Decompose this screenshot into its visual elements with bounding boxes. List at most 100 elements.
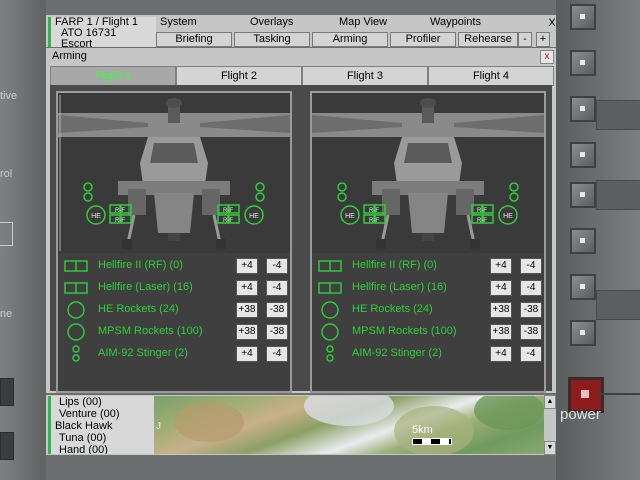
flight-tabs: Flight 1 Flight 2 Flight 3 Flight 4 xyxy=(50,66,554,86)
mpsm-rockets-icon xyxy=(321,323,339,341)
hellfire-laser-icon xyxy=(318,282,342,294)
menu-system[interactable]: System xyxy=(160,16,197,28)
tab-flight-1[interactable]: Flight 1 xyxy=(50,66,176,86)
menu-overlays[interactable]: Overlays xyxy=(250,16,293,28)
bezel-button[interactable] xyxy=(570,320,596,346)
mpsm-rockets-icon xyxy=(67,323,85,341)
stinger-icon xyxy=(326,345,334,362)
panel-close-icon[interactable]: x xyxy=(540,50,554,64)
pylon-label: HE xyxy=(345,213,355,220)
terrain-map[interactable]: J 5km xyxy=(154,396,544,454)
pylon-label: R-F xyxy=(477,208,487,214)
weapon-row: Hellfire II (RF) (0) +4 -4 xyxy=(318,257,542,275)
bottom-bar: Lips (00) Venture (00) Black Hawk Tuna (… xyxy=(46,395,556,455)
bezel-tab xyxy=(596,290,640,320)
arming-area: HE HE R-F R-F R-F R-F Hellfire II (RF) (… xyxy=(50,85,552,393)
list-item[interactable]: Venture (00) xyxy=(51,408,155,420)
pylon-label: R-F xyxy=(477,218,487,224)
pylon-label: R-F xyxy=(115,218,125,224)
bezel-bracket xyxy=(0,222,13,246)
terrain-patch xyxy=(174,402,244,442)
arming-button[interactable]: Arming xyxy=(312,32,388,47)
menu-map-view[interactable]: Map View xyxy=(339,16,387,28)
pylon-label: R-F xyxy=(223,208,233,214)
terrain-patch xyxy=(394,406,474,454)
weapon-row: Hellfire (Laser) (16) +4 -4 xyxy=(318,279,542,297)
weapon-name: MPSM Rockets (100) xyxy=(352,325,457,337)
bezel-button[interactable] xyxy=(570,228,596,254)
apache-helicopter-icon: HE HE R-F R-F R-F R-F xyxy=(58,93,290,253)
add-weapon-button[interactable]: +4 xyxy=(236,280,258,296)
remove-weapon-button[interactable]: -4 xyxy=(266,258,288,274)
add-weapon-button[interactable]: +4 xyxy=(236,346,258,362)
bezel-button[interactable] xyxy=(570,4,596,30)
button-dot-icon xyxy=(580,330,585,335)
map-scrollbar[interactable]: ▲ ▼ xyxy=(544,395,556,455)
add-weapon-button[interactable]: +38 xyxy=(490,324,512,340)
list-item[interactable]: Lips (00) xyxy=(51,396,155,408)
bezel-button[interactable] xyxy=(570,182,596,208)
scroll-up-icon[interactable]: ▲ xyxy=(544,395,556,409)
list-item[interactable]: Hand (00) xyxy=(51,444,155,454)
pylon-label: R-F xyxy=(115,208,125,214)
briefing-button[interactable]: Briefing xyxy=(156,32,232,47)
remove-weapon-button[interactable]: -38 xyxy=(520,324,542,340)
remove-weapon-button[interactable]: -4 xyxy=(520,258,542,274)
add-weapon-button[interactable]: +4 xyxy=(236,258,258,274)
bezel-button[interactable] xyxy=(570,274,596,300)
weapon-row: AIM-92 Stinger (2) +4 -4 xyxy=(64,345,288,363)
remove-weapon-button[interactable]: -38 xyxy=(266,324,288,340)
pylon-label: R-F xyxy=(223,218,233,224)
hellfire-laser-icon xyxy=(64,282,88,294)
power-divider xyxy=(596,393,640,395)
list-item[interactable]: Tuna (00) xyxy=(51,432,155,444)
tab-flight-4[interactable]: Flight 4 xyxy=(428,66,554,86)
right-bezel: power xyxy=(556,0,640,480)
bezel-button[interactable] xyxy=(570,96,596,122)
tab-flight-2[interactable]: Flight 2 xyxy=(176,66,302,86)
list-item[interactable]: Black Hawk xyxy=(51,420,155,432)
bezel-left-button[interactable] xyxy=(0,378,14,406)
weapon-row: HE Rockets (24) +38 -38 xyxy=(64,301,288,319)
terrain-patch xyxy=(474,396,544,430)
farp-info: FARP 1 / Flight 1 ATO 16731 Escort xyxy=(48,17,156,47)
weapon-name: Hellfire II (RF) (0) xyxy=(98,259,183,271)
map-corner-label: J xyxy=(156,421,161,432)
bezel-button[interactable] xyxy=(570,142,596,168)
remove-weapon-button[interactable]: -4 xyxy=(266,346,288,362)
zoom-out-button[interactable]: - xyxy=(518,32,532,47)
remove-weapon-button[interactable]: -4 xyxy=(520,280,542,296)
tab-flight-3[interactable]: Flight 3 xyxy=(302,66,428,86)
add-weapon-button[interactable]: +4 xyxy=(490,346,512,362)
bezel-button[interactable] xyxy=(570,50,596,76)
scroll-down-icon[interactable]: ▼ xyxy=(544,441,556,455)
pylon-label: HE xyxy=(249,213,259,220)
weapon-row: HE Rockets (24) +38 -38 xyxy=(318,301,542,319)
add-weapon-button[interactable]: +4 xyxy=(490,280,512,296)
remove-weapon-button[interactable]: -38 xyxy=(266,302,288,318)
remove-weapon-button[interactable]: -4 xyxy=(520,346,542,362)
remove-weapon-button[interactable]: -38 xyxy=(520,302,542,318)
button-dot-icon xyxy=(580,14,585,19)
tasking-button[interactable]: Tasking xyxy=(234,32,310,47)
panel-title: Arming xyxy=(52,50,87,62)
add-weapon-button[interactable]: +4 xyxy=(490,258,512,274)
bezel-fragment-label: rol xyxy=(0,168,13,180)
weapon-name: AIM-92 Stinger (2) xyxy=(98,347,188,359)
add-weapon-button[interactable]: +38 xyxy=(490,302,512,318)
aircraft-card: HE HE R-F R-F R-F R-F Hellfire II (RF) (… xyxy=(310,91,546,393)
button-dot-icon xyxy=(580,60,585,65)
bezel-fragment-label: ne xyxy=(0,308,13,320)
rehearse-button[interactable]: Rehearse xyxy=(458,32,518,47)
add-weapon-button[interactable]: +38 xyxy=(236,324,258,340)
zoom-in-button[interactable]: + xyxy=(536,32,550,47)
close-icon[interactable]: X xyxy=(546,17,558,29)
bezel-tab xyxy=(596,100,640,130)
add-weapon-button[interactable]: +38 xyxy=(236,302,258,318)
profiler-button[interactable]: Profiler xyxy=(390,32,456,47)
mission-type: Escort xyxy=(61,38,93,48)
bezel-left-button[interactable] xyxy=(0,432,14,460)
menu-waypoints[interactable]: Waypoints xyxy=(430,16,481,28)
weapon-name: Hellfire (Laser) (16) xyxy=(98,281,193,293)
remove-weapon-button[interactable]: -4 xyxy=(266,280,288,296)
